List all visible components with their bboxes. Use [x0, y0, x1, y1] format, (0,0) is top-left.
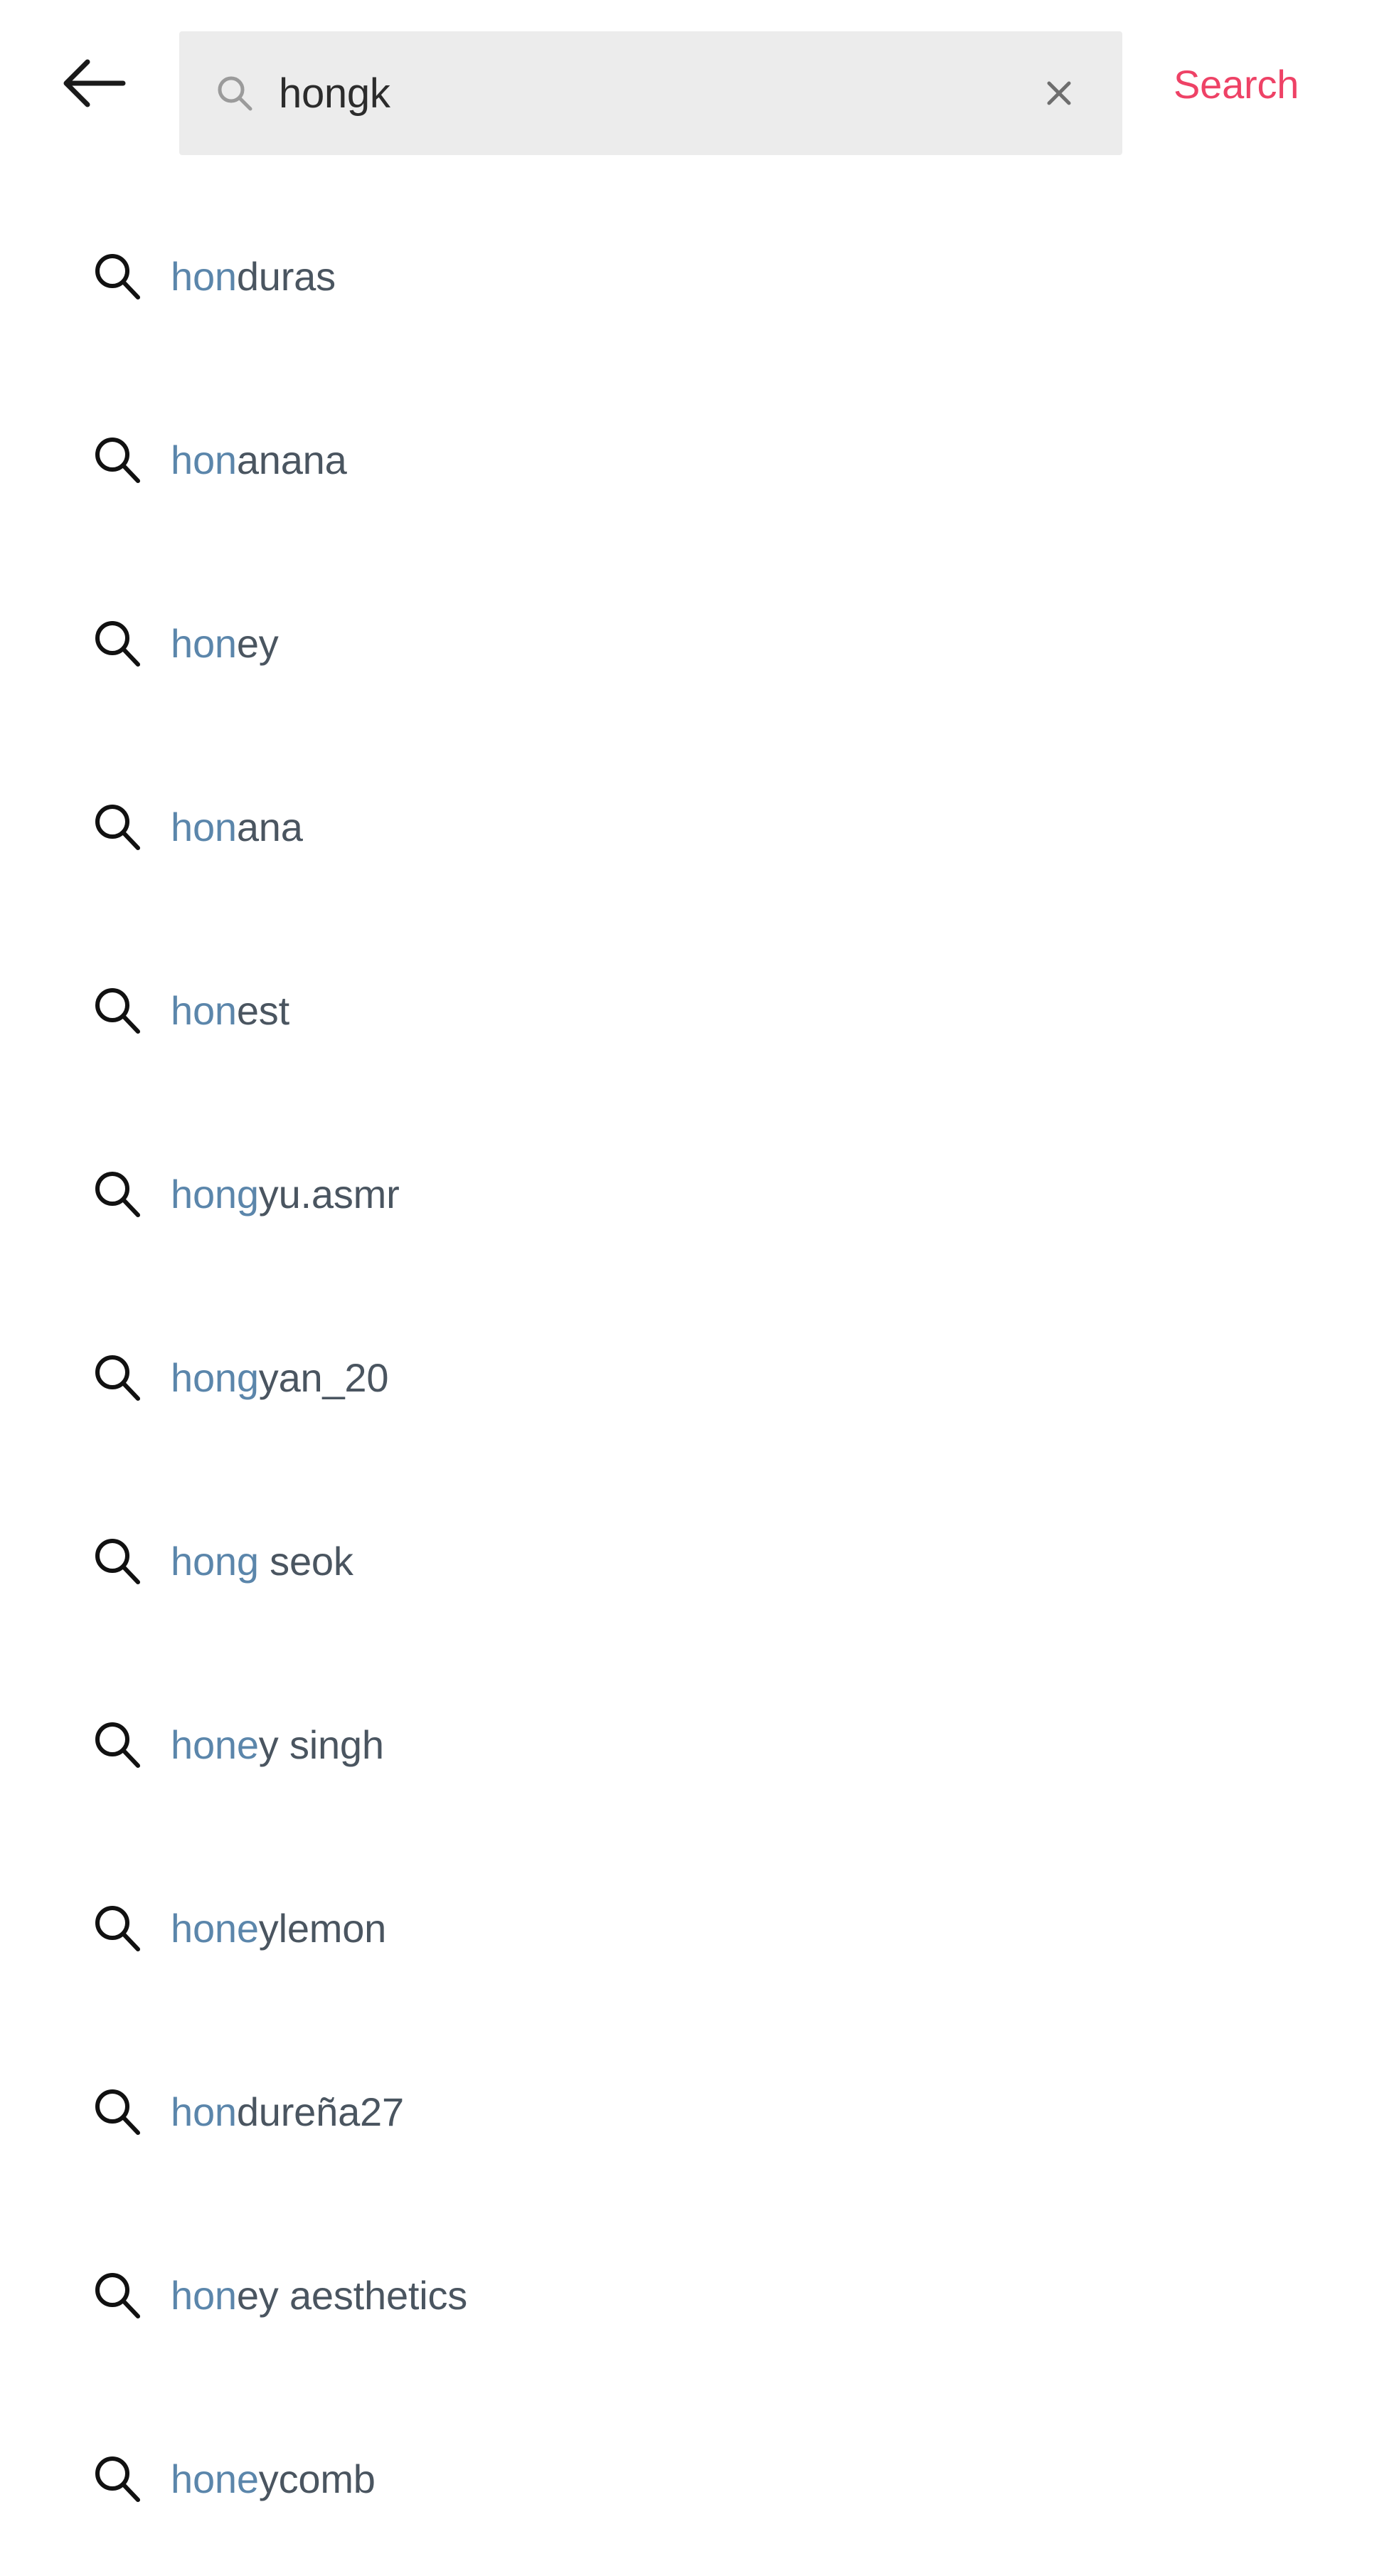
suggestion-match: hong: [171, 1538, 259, 1584]
suggestion-label: hondureña27: [171, 2089, 404, 2135]
search-icon: [91, 1535, 144, 1588]
search-icon: [91, 985, 144, 1037]
suggestion-label: honey singh: [171, 1722, 384, 1768]
suggestion-rest: duras: [236, 253, 336, 299]
search-icon: [91, 2453, 144, 2506]
suggestion-label: honanana: [171, 438, 347, 483]
close-icon: [1039, 73, 1079, 113]
clear-search-button[interactable]: [1028, 63, 1090, 124]
search-input[interactable]: [279, 65, 1028, 122]
search-icon: [91, 250, 144, 303]
suggestion-item[interactable]: honeycomb: [0, 2387, 1394, 2571]
search-icon: [91, 618, 144, 670]
search-icon: [91, 1352, 144, 1404]
back-arrow-button[interactable]: [55, 44, 134, 122]
suggestion-rest: ylemon: [258, 1905, 387, 1951]
suggestion-rest: y singh: [258, 1722, 384, 1767]
suggestion-label: hongyan_20: [171, 1355, 389, 1401]
search-icon: [91, 1168, 144, 1221]
suggestion-rest: est: [236, 987, 289, 1033]
suggestion-item[interactable]: honanana: [0, 369, 1394, 552]
suggestion-item[interactable]: hongyan_20: [0, 1286, 1394, 1470]
suggestion-label: honey aesthetics: [171, 2273, 467, 2318]
suggestion-match: hon: [171, 987, 237, 1033]
suggestion-item[interactable]: honey singh: [0, 1653, 1394, 1837]
suggestion-match: hong: [171, 1355, 259, 1400]
suggestion-match: hone: [171, 2456, 259, 2501]
suggestion-item[interactable]: honduras: [0, 185, 1394, 369]
search-submit-link[interactable]: Search: [1174, 63, 1299, 107]
suggestion-rest: seok: [258, 1538, 353, 1584]
suggestion-rest: ycomb: [258, 2456, 376, 2501]
search-field[interactable]: [179, 31, 1122, 155]
search-icon: [215, 73, 255, 113]
suggestion-item[interactable]: honest: [0, 919, 1394, 1103]
suggestion-item[interactable]: hong seok: [0, 1470, 1394, 1653]
arrow-left-icon: [60, 55, 129, 112]
suggestion-rest: yu.asmr: [258, 1171, 400, 1217]
suggestion-item[interactable]: hongyu.asmr: [0, 1103, 1394, 1286]
suggestion-match: hon: [171, 2089, 237, 2134]
suggestion-match: hon: [171, 2272, 237, 2318]
suggestion-match: hone: [171, 1722, 259, 1767]
suggestion-rest: anana: [236, 437, 347, 482]
suggestion-match: hon: [171, 437, 237, 482]
search-icon: [91, 434, 144, 487]
suggestion-label: honana: [171, 805, 303, 850]
search-icon: [91, 2269, 144, 2322]
suggestion-list: honduras honanana honey honana honest hongyu.…: [0, 185, 1394, 2571]
suggestion-item[interactable]: honeylemon: [0, 1837, 1394, 2020]
suggestion-rest: dureña27: [236, 2089, 404, 2134]
suggestion-match: hon: [171, 804, 237, 849]
suggestion-label: honeylemon: [171, 1906, 386, 1951]
suggestion-match: hong: [171, 1171, 259, 1217]
suggestion-rest: ana: [236, 804, 303, 849]
suggestion-label: honest: [171, 988, 289, 1034]
suggestion-rest: ey: [236, 620, 279, 666]
suggestion-match: hone: [171, 1905, 259, 1951]
suggestion-item[interactable]: honey aesthetics: [0, 2204, 1394, 2387]
suggestion-label: honduras: [171, 254, 336, 300]
suggestion-rest: yan_20: [258, 1355, 389, 1400]
suggestion-label: hongyu.asmr: [171, 1172, 400, 1217]
search-header: Search: [0, 0, 1394, 185]
suggestion-item[interactable]: honana: [0, 736, 1394, 919]
suggestion-label: honeycomb: [171, 2456, 376, 2502]
suggestion-label: honey: [171, 621, 279, 667]
suggestion-label: hong seok: [171, 1539, 353, 1584]
suggestion-match: hon: [171, 620, 237, 666]
search-icon: [91, 2086, 144, 2138]
search-icon: [91, 1902, 144, 1955]
suggestion-match: hon: [171, 253, 237, 299]
suggestion-rest: ey aesthetics: [236, 2272, 468, 2318]
suggestion-item[interactable]: hondureña27: [0, 2020, 1394, 2204]
search-icon: [91, 801, 144, 854]
suggestion-item[interactable]: honey: [0, 552, 1394, 736]
search-icon: [91, 1719, 144, 1771]
